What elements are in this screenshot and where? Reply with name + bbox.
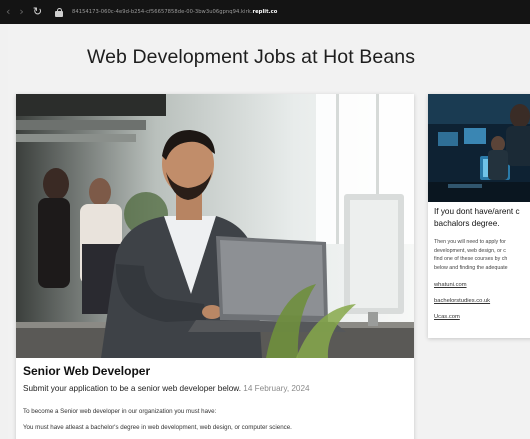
job-requirement-degree: You must have atleast a bachelor's degre… [23,424,292,431]
lock-icon [55,7,64,17]
developers-at-screens-photo [428,94,530,202]
info-body-line: below and finding the adequate [434,264,508,271]
job-requirements-intro: To become a Senior web developer in our … [23,408,217,415]
job-date: 14 February, 2024 [243,384,310,393]
forward-icon[interactable]: › [19,0,23,24]
link-bachelorstudies[interactable]: bachelorstudies.co.uk [434,298,490,304]
address-bar[interactable]: 84154173-060c-4e9d-b254-cf56657858de-00-… [72,9,277,15]
job-subtitle-text: Submit your application to be a senior w… [23,384,242,393]
info-body-line: find one of these courses by ch [434,256,508,263]
job-title: Senior Web Developer [23,364,151,378]
info-heading: If you dont have/arent c bachalors degre… [434,206,530,230]
page-content: Web Development Jobs at Hot Beans Senior… [8,24,530,439]
page-title: Web Development Jobs at Hot Beans [86,46,416,68]
degree-info-card: If you dont have/arent c bachalors degre… [428,94,530,338]
link-ucas[interactable]: Ucas.com [434,314,460,320]
reload-icon[interactable]: ↻ [33,0,42,24]
office-developer-photo [16,94,414,358]
job-card-senior-web-developer: Senior Web Developer Submit your applica… [16,94,414,439]
url-path: 84154173-060c-4e9d-b254-cf56657858de-00-… [72,9,253,15]
browser-toolbar: ‹ › ↻ 84154173-060c-4e9d-b254-cf56657858… [0,0,530,24]
info-heading-line-1: If you dont have/arent c [434,207,520,216]
info-body-line: Then you will need to apply for [434,239,506,245]
link-whatuni[interactable]: whatuni.com [434,282,467,288]
info-body: Then you will need to apply for developm… [434,238,530,272]
job-subtitle: Submit your application to be a senior w… [23,384,310,393]
back-icon[interactable]: ‹ [6,0,10,24]
info-body-line: development, web design, or c [434,247,506,254]
info-heading-line-2: bachalors degree. [434,219,500,228]
url-domain: replit.co [252,9,278,15]
